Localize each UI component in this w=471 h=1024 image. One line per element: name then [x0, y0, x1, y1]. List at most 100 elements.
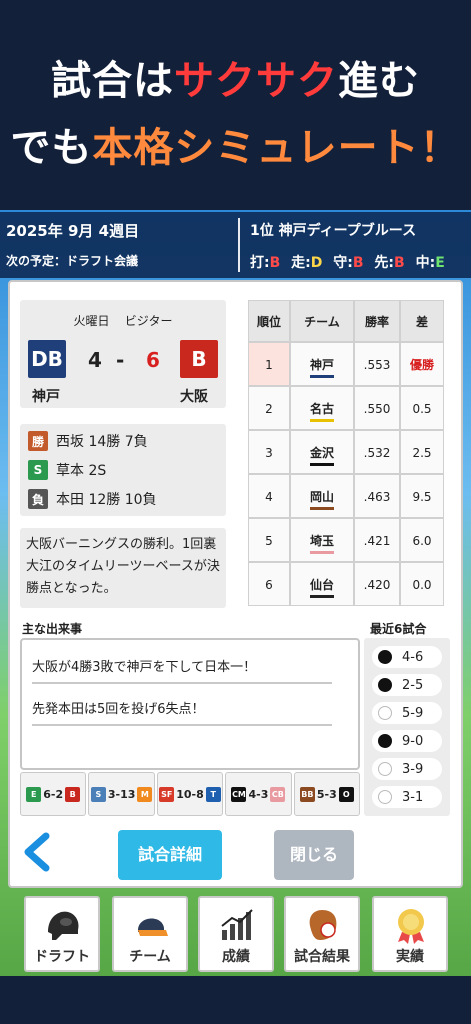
promo-text: 進む [338, 58, 420, 104]
other-game-score[interactable]: SF 10-8 T [156, 772, 224, 816]
other-score-text: 10-8 [176, 787, 204, 801]
team-grades: 打:B 走:D 守:B 先:B 中:E [250, 252, 445, 272]
nav-label: 試合結果 [294, 949, 350, 965]
recent-score: 2-5 [402, 677, 424, 693]
nav-team[interactable]: チーム [112, 896, 188, 972]
other-game-score[interactable]: E 6-2 B [20, 772, 87, 816]
team-logo: B [65, 786, 81, 802]
pct-cell: .550 [354, 386, 400, 430]
recent-score: 3-9 [402, 761, 424, 777]
pct-cell: .463 [354, 474, 400, 518]
gb-cell: 2.5 [400, 430, 444, 474]
loss-dot-icon [378, 706, 392, 720]
grade-label: 打: [250, 255, 270, 271]
medal-icon [398, 909, 424, 944]
gb-cell: 9.5 [400, 474, 444, 518]
recent-score: 3-1 [402, 789, 424, 805]
pct-cell: .532 [354, 430, 400, 474]
recent-games-heading: 最近6試合 [370, 622, 427, 636]
close-button[interactable]: 閉じる [274, 830, 354, 880]
promo-text-highlight: 本格シミュレート [92, 125, 420, 171]
other-game-score[interactable]: S 3-13 M [88, 772, 155, 816]
promo-line-1: 試合はサクサク進む [0, 48, 471, 106]
standings-table: 順位 チーム 勝率 差 1 神戸 .553 優勝 2 名古 .550 0.5 3… [248, 300, 444, 606]
team-name: 埼玉 [309, 533, 334, 554]
recent-score: 4-6 [402, 649, 424, 665]
nav-label: 成績 [222, 949, 250, 965]
win-dot-icon [378, 734, 392, 748]
recent-game[interactable]: 4-6 [372, 646, 442, 668]
rank-cell: 3 [248, 430, 290, 474]
recent-game[interactable]: 5-9 [372, 702, 442, 724]
nav-draft[interactable]: ドラフト [24, 896, 100, 972]
team-name: 岡山 [309, 489, 334, 510]
table-row: 6 仙台 .420 0.0 [248, 562, 444, 606]
loss-dot-icon [378, 790, 392, 804]
grade-batting: 打:B [250, 252, 280, 272]
team-logo: BB [299, 786, 315, 802]
pct-cell: .553 [354, 342, 400, 386]
away-team-name: 神戸 [32, 389, 60, 405]
recent-game[interactable]: 9-0 [372, 730, 442, 752]
event-divider [32, 724, 332, 726]
team-cell: 仙台 [290, 562, 354, 606]
grade-defense: 守:B [333, 252, 363, 272]
events-heading: 主な出来事 [22, 622, 83, 636]
promo-text: でも [10, 125, 93, 171]
gb-cell: 6.0 [400, 518, 444, 562]
grade-value: B [269, 255, 281, 271]
score-separator: - [116, 348, 125, 372]
rank-cell: 4 [248, 474, 290, 518]
nav-stats[interactable]: 成績 [198, 896, 274, 972]
nav-label: チーム [129, 949, 171, 965]
team-logo: M [137, 786, 153, 802]
recent-score: 9-0 [402, 733, 424, 749]
back-button[interactable] [22, 832, 56, 872]
other-score-text: 4-3 [248, 787, 269, 801]
table-row: 3 金沢 .532 2.5 [248, 430, 444, 474]
gb-cell: 0.0 [400, 562, 444, 606]
team-name: 仙台 [309, 577, 334, 598]
win-tag: 勝 [28, 431, 48, 451]
win-dot-icon [378, 678, 392, 692]
recent-game[interactable]: 2-5 [372, 674, 442, 696]
pitcher-text: 本田 12勝 10負 [56, 492, 157, 508]
glove-icon [309, 910, 337, 940]
game-result-panel: 火曜日 ビジター DB 4 - 6 B 神戸 大阪 勝 西坂 14勝 7負 S … [8, 280, 463, 888]
other-game-score[interactable]: CM 4-3 CB [225, 772, 292, 816]
chart-icon [221, 909, 253, 940]
bottom-safe-area [0, 976, 471, 1024]
home-team-logo: B [180, 340, 218, 378]
nav-achievements[interactable]: 実績 [372, 896, 448, 972]
team-cell: 名古 [290, 386, 354, 430]
status-header: 2025年 9月 4週目 次の予定：ドラフト会議 1位 神戸ディープブルース 打… [0, 212, 471, 278]
recent-game[interactable]: 3-1 [372, 786, 442, 808]
cap-icon [138, 918, 168, 936]
pitcher-text: 草本 2S [56, 463, 107, 479]
promo-text-highlight: ！ [419, 125, 461, 171]
team-logo: S [90, 786, 106, 802]
save-pitcher: S 草本 2S [28, 459, 106, 481]
other-game-scores: E 6-2 B S 3-13 M SF 10-8 T CM 4-3 CB BB 5-3 O [20, 772, 361, 816]
bottom-navigation: ドラフト チーム 成績 試合結果 実績 [0, 892, 471, 974]
grade-value: D [310, 255, 323, 271]
grade-label: 守: [333, 255, 353, 271]
rank-cell: 5 [248, 518, 290, 562]
game-day: 火曜日 [73, 314, 110, 328]
grade-label: 走: [291, 255, 311, 271]
recent-game[interactable]: 3-9 [372, 758, 442, 780]
other-game-score[interactable]: BB 5-3 O [293, 772, 361, 816]
team-logo: T [205, 786, 221, 802]
col-gb: 差 [400, 300, 444, 342]
rank-cell: 2 [248, 386, 290, 430]
current-date: 2025年 9月 4週目 [6, 222, 140, 240]
game-detail-button[interactable]: 試合詳細 [118, 830, 222, 880]
rank-cell: 6 [248, 562, 290, 606]
team-cell: 神戸 [290, 342, 354, 386]
table-row: 2 名古 .550 0.5 [248, 386, 444, 430]
status-divider [238, 218, 240, 272]
next-schedule: 次の予定：ドラフト会議 [6, 254, 139, 268]
col-rank: 順位 [248, 300, 290, 342]
grade-label: 中: [415, 255, 436, 271]
nav-results[interactable]: 試合結果 [284, 896, 360, 972]
